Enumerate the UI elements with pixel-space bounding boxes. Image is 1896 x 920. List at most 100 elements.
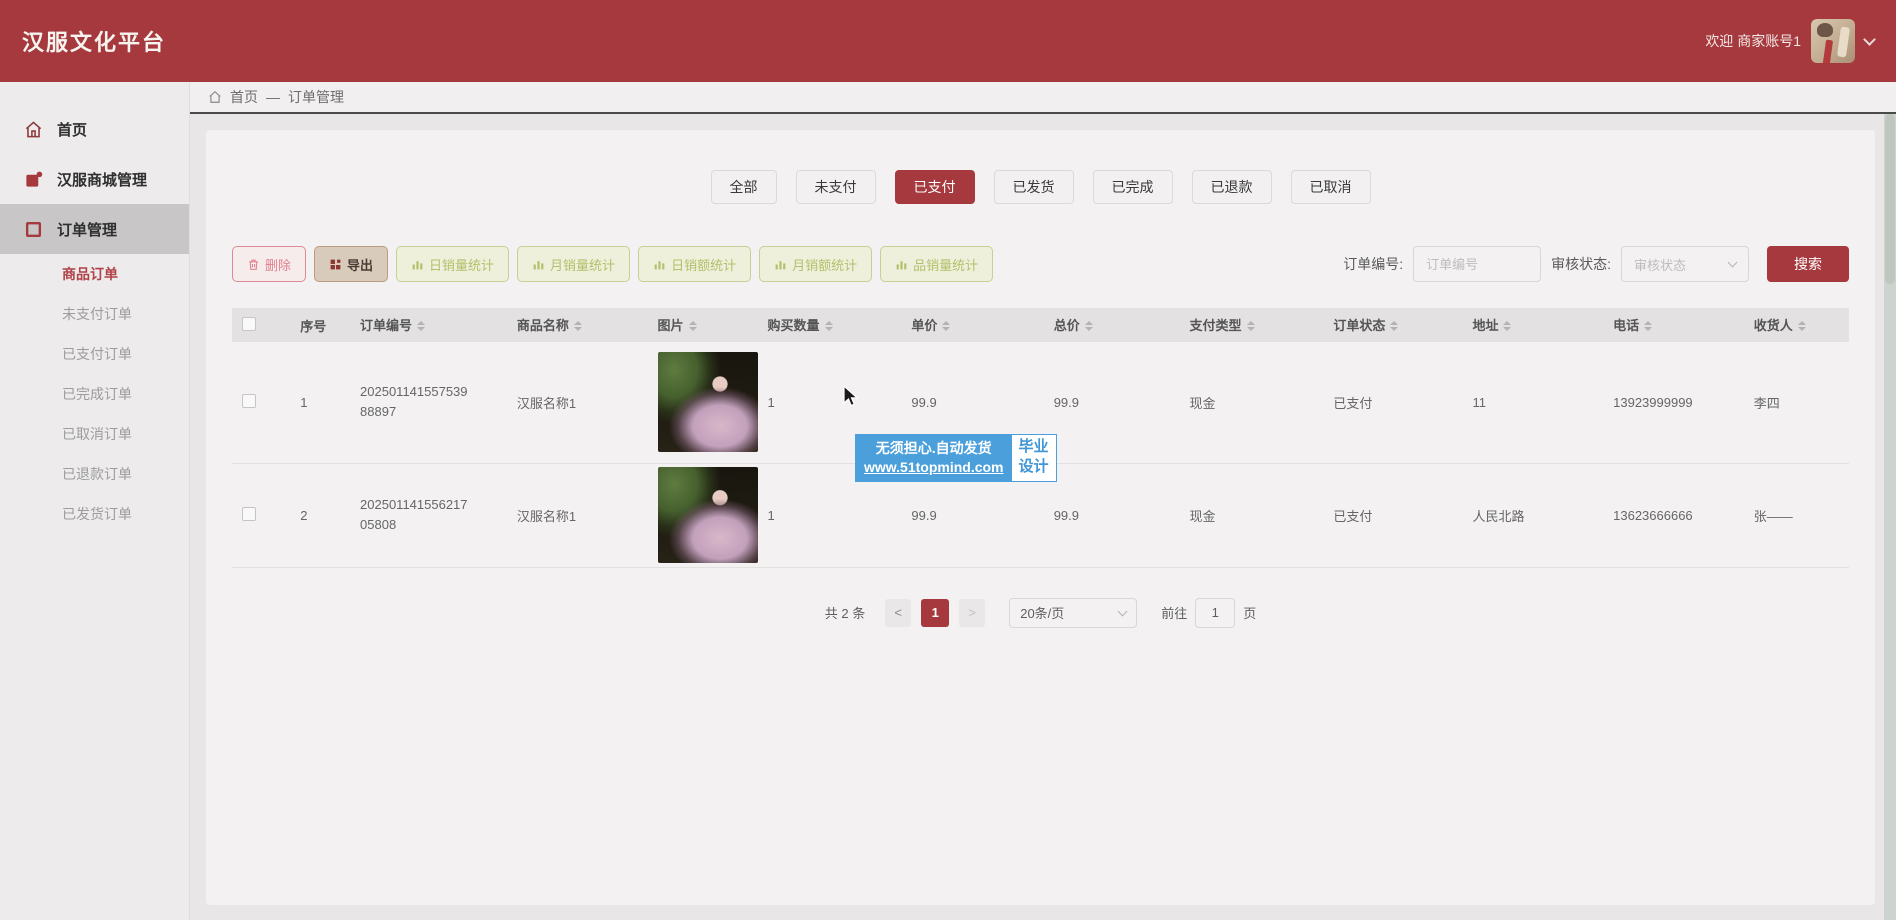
stat-label: 日销额统计 [671, 255, 736, 274]
col-receiver[interactable]: 收货人 [1744, 308, 1849, 342]
badge-line1: 毕业 [1019, 437, 1049, 457]
cell-address: 人民北路 [1462, 463, 1603, 567]
scrollbar-thumb[interactable] [1885, 114, 1895, 284]
sort-icon[interactable] [1798, 317, 1806, 335]
sidebar-subitem-cancelled-orders[interactable]: 已取消订单 [0, 414, 189, 454]
stat-label: 月销量统计 [550, 255, 615, 274]
sidebar-subitem-refunded-orders[interactable]: 已退款订单 [0, 454, 189, 494]
bar-chart-icon [653, 258, 666, 271]
col-order-status[interactable]: 订单状态 [1323, 308, 1462, 342]
col-quantity[interactable]: 购买数量 [758, 308, 902, 342]
cell-phone: 13623666666 [1603, 463, 1744, 567]
sidebar-subitem-unpaid-orders[interactable]: 未支付订单 [0, 294, 189, 334]
sort-icon[interactable] [1390, 317, 1398, 335]
daily-sales-count-button[interactable]: 日销量统计 [396, 246, 509, 282]
product-sales-count-button[interactable]: 品销量统计 [880, 246, 993, 282]
search-controls: 订单编号: 审核状态: 审核状态 搜索 [1343, 246, 1849, 282]
total-count: 共 2 条 [825, 603, 865, 622]
sort-icon[interactable] [1644, 317, 1652, 335]
col-pay-type[interactable]: 支付类型 [1180, 308, 1324, 342]
cell-total-price: 99.9 [1044, 463, 1180, 567]
product-photo[interactable] [658, 352, 758, 452]
tab-paid[interactable]: 已支付 [895, 170, 975, 204]
monthly-sales-count-button[interactable]: 月销量统计 [517, 246, 630, 282]
search-button[interactable]: 搜索 [1767, 246, 1849, 282]
sort-icon[interactable] [942, 317, 950, 335]
bar-chart-icon [411, 258, 424, 271]
col-order-no[interactable]: 订单编号 [350, 308, 507, 342]
sidebar-subitem-completed-orders[interactable]: 已完成订单 [0, 374, 189, 414]
tab-refunded[interactable]: 已退款 [1192, 170, 1272, 204]
col-total-price[interactable]: 总价 [1044, 308, 1180, 342]
col-image[interactable]: 图片 [648, 308, 758, 342]
chevron-down-icon [1728, 258, 1738, 268]
sidebar-item-label: 汉服商城管理 [57, 169, 147, 190]
watermark-url: www.51topmind.com [864, 458, 1004, 477]
page-size-select[interactable]: 20条/页 [1009, 598, 1137, 628]
page-size-value: 20条/页 [1020, 603, 1064, 622]
select-all-checkbox[interactable] [242, 317, 256, 331]
cell-product-name: 汉服名称1 [507, 342, 648, 463]
export-button[interactable]: 导出 [314, 246, 388, 282]
sort-icon[interactable] [1247, 317, 1255, 335]
watermark-banner: 无须担心.自动发货 www.51topmind.com 毕业 设计 [855, 434, 1057, 482]
audit-status-label: 审核状态: [1551, 254, 1611, 274]
cell-index: 2 [290, 463, 350, 567]
bar-chart-icon [895, 258, 908, 271]
col-phone[interactable]: 电话 [1603, 308, 1744, 342]
breadcrumb: 首页 — 订单管理 [190, 82, 1896, 114]
tab-completed[interactable]: 已完成 [1093, 170, 1173, 204]
tab-cancelled[interactable]: 已取消 [1291, 170, 1371, 204]
sort-icon[interactable] [417, 317, 425, 335]
col-unit-price[interactable]: 单价 [901, 308, 1043, 342]
sidebar-item-order-management[interactable]: 订单管理 [0, 204, 189, 254]
sort-icon[interactable] [574, 317, 582, 335]
cell-order-no: 202501141557539 88897 [350, 342, 507, 463]
sidebar: 首页 汉服商城管理 订单管理 商品订单 未支付订单 已支付订单 已完成订单 已取… [0, 82, 190, 920]
order-no-input[interactable] [1413, 246, 1541, 282]
sort-icon[interactable] [1085, 317, 1093, 335]
cell-product-name: 汉服名称1 [507, 463, 648, 567]
sidebar-item-mall-management[interactable]: 汉服商城管理 [0, 154, 189, 204]
tab-unpaid[interactable]: 未支付 [796, 170, 876, 204]
product-photo[interactable] [658, 467, 758, 563]
app-header: 汉服文化平台 欢迎 商家账号1 [0, 0, 1896, 82]
goto-label: 前往 [1161, 603, 1187, 622]
sidebar-item-home[interactable]: 首页 [0, 104, 189, 154]
breadcrumb-home[interactable]: 首页 [230, 87, 258, 107]
row-checkbox[interactable] [242, 507, 256, 521]
cell-receiver: 李四 [1744, 342, 1849, 463]
tab-shipped[interactable]: 已发货 [994, 170, 1074, 204]
audit-status-value: 审核状态 [1634, 255, 1686, 274]
sort-icon[interactable] [825, 317, 833, 335]
audit-status-select[interactable]: 审核状态 [1621, 246, 1749, 282]
cell-pay-type: 现金 [1180, 463, 1324, 567]
delete-button[interactable]: 删除 [232, 246, 306, 282]
sidebar-subitem-paid-orders[interactable]: 已支付订单 [0, 334, 189, 374]
monthly-sales-amount-button[interactable]: 月销额统计 [759, 246, 872, 282]
cell-address: 11 [1462, 342, 1603, 463]
avatar[interactable] [1811, 19, 1855, 63]
sidebar-subitem-product-orders[interactable]: 商品订单 [0, 254, 189, 294]
sort-icon[interactable] [1503, 317, 1511, 335]
next-page-button[interactable]: > [959, 599, 985, 627]
sidebar-subitem-shipped-orders[interactable]: 已发货订单 [0, 494, 189, 534]
scrollbar-track[interactable] [1884, 114, 1896, 920]
tab-all[interactable]: 全部 [711, 170, 777, 204]
goto-page: 前往 页 [1161, 598, 1256, 628]
row-checkbox[interactable] [242, 394, 256, 408]
daily-sales-amount-button[interactable]: 日销额统计 [638, 246, 751, 282]
trash-icon [247, 258, 260, 271]
user-menu[interactable]: 欢迎 商家账号1 [1705, 19, 1874, 63]
watermark-badge: 毕业 设计 [1012, 435, 1056, 481]
col-product-name[interactable]: 商品名称 [507, 308, 648, 342]
welcome-text: 欢迎 商家账号1 [1705, 31, 1801, 51]
cell-order-status: 已支付 [1323, 342, 1462, 463]
chevron-down-icon[interactable] [1863, 33, 1876, 46]
toolbar: 删除 导出 日销量统计 月销量统计 日销额统计 月销额统计 [232, 246, 1849, 282]
prev-page-button[interactable]: < [885, 599, 911, 627]
page-number-button[interactable]: 1 [921, 599, 949, 627]
sort-icon[interactable] [689, 317, 697, 335]
goto-page-input[interactable] [1195, 598, 1235, 628]
col-address[interactable]: 地址 [1462, 308, 1603, 342]
